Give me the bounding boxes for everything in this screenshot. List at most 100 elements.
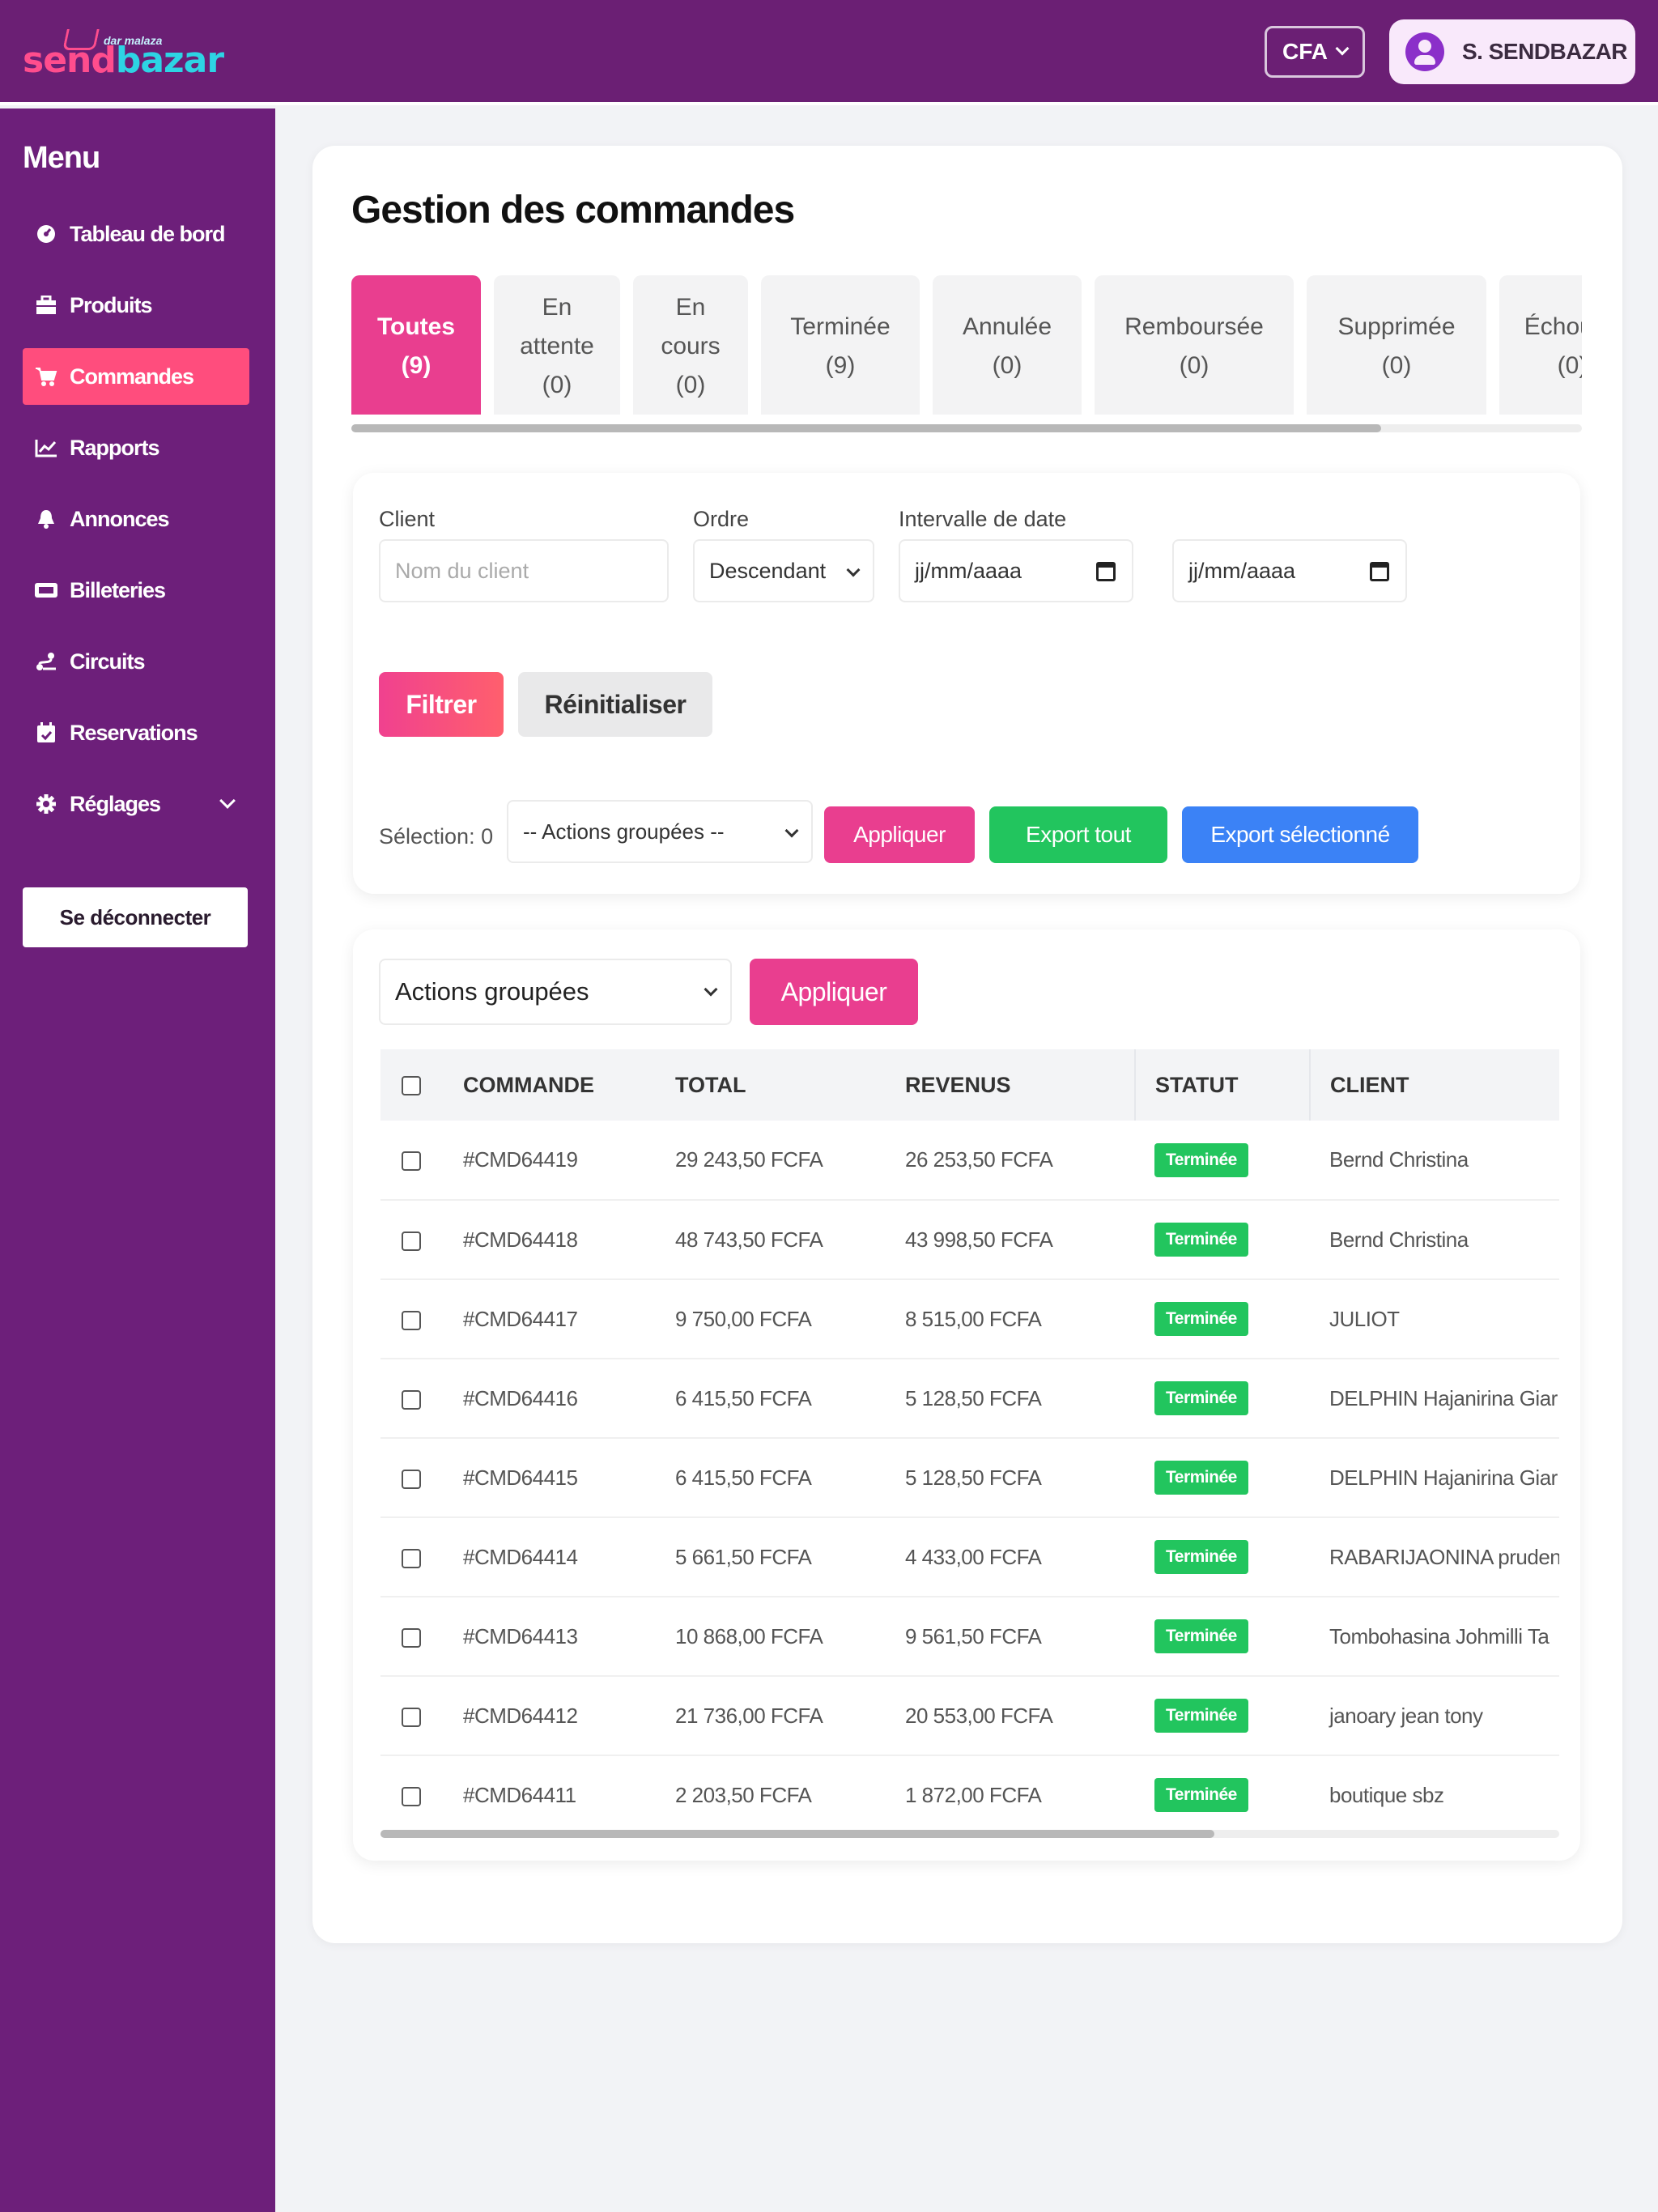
tab-remboursee[interactable]: Remboursée (0) — [1095, 275, 1294, 415]
sidebar-item-circuits[interactable]: Circuits — [23, 633, 249, 690]
chevron-down-icon — [1335, 41, 1350, 56]
sidebar-item-reglages[interactable]: Réglages — [23, 776, 249, 832]
row-checkbox[interactable] — [402, 1389, 421, 1410]
sidebar-item-tableau-de-bord[interactable]: Tableau de bord — [23, 206, 249, 262]
sidebar-item-commandes[interactable]: Commandes — [23, 348, 249, 405]
sidebar-item-label: Annonces — [70, 506, 170, 531]
table-row[interactable]: #CMD64413 10 868,00 FCFA 9 561,50 FCFA T… — [380, 1597, 1559, 1677]
reset-button[interactable]: Réinitialiser — [518, 672, 712, 737]
tab-en-attente[interactable]: En attente (0) — [494, 275, 620, 415]
order-id[interactable]: #CMD64414 — [463, 1517, 675, 1597]
logout-button[interactable]: Se déconnecter — [23, 887, 248, 947]
sidebar-item-reservations[interactable]: Reservations — [23, 704, 249, 761]
table-apply-button[interactable]: Appliquer — [750, 959, 918, 1025]
table-row[interactable]: #CMD64419 29 243,50 FCFA 26 253,50 FCFA … — [380, 1121, 1559, 1201]
export-all-button[interactable]: Export tout — [989, 806, 1167, 863]
table-row[interactable]: #CMD64414 5 661,50 FCFA 4 433,00 FCFA Te… — [380, 1517, 1559, 1597]
order-revenue: 4 433,00 FCFA — [905, 1517, 1135, 1597]
order-id[interactable]: #CMD64418 — [463, 1200, 675, 1280]
logo-wordmark: sendbazar — [23, 40, 224, 81]
select-all-checkbox[interactable] — [402, 1076, 421, 1096]
chevron-down-icon — [784, 823, 799, 838]
column-header-client[interactable]: CLIENT — [1309, 1049, 1559, 1121]
sidebar-item-annonces[interactable]: Annonces — [23, 491, 249, 547]
tab-echouee[interactable]: Échouée(0) — [1499, 275, 1582, 415]
column-header-commande[interactable]: COMMANDE — [463, 1049, 675, 1121]
status-badge: Terminée — [1154, 1540, 1248, 1574]
row-checkbox[interactable] — [402, 1310, 421, 1330]
order-revenue: 43 998,50 FCFA — [905, 1200, 1135, 1280]
date-range-label: Intervalle de date — [899, 507, 1067, 531]
sidebar-item-produits[interactable]: Produits — [23, 277, 249, 334]
filter-panel: Client Nom du client Ordre Descendant In… — [353, 473, 1580, 894]
order-select[interactable]: Descendant — [693, 539, 874, 602]
ticket-icon — [34, 578, 58, 602]
sidebar-item-label: Billeteries — [70, 577, 166, 602]
sidebar-item-label: Circuits — [70, 649, 146, 674]
column-header-total[interactable]: TOTAL — [675, 1049, 905, 1121]
apply-bulk-button[interactable]: Appliquer — [824, 806, 975, 863]
dashboard-icon — [34, 222, 58, 246]
table-bulk-actions-select[interactable]: Actions groupées — [379, 959, 732, 1025]
calendar-icon[interactable] — [1096, 562, 1116, 581]
sendbazar-logo[interactable]: dar malaza sendbazar — [23, 28, 224, 81]
tab-en-cours[interactable]: En cours (0) — [633, 275, 748, 415]
scrollbar-thumb[interactable] — [351, 424, 1381, 432]
order-client: Tombohasina Johmilli Ta — [1310, 1597, 1559, 1677]
row-checkbox[interactable] — [402, 1627, 421, 1648]
order-id[interactable]: #CMD64419 — [463, 1121, 675, 1201]
row-checkbox[interactable] — [402, 1707, 421, 1727]
tab-terminee[interactable]: Terminée (9) — [761, 275, 920, 415]
order-id[interactable]: #CMD64413 — [463, 1597, 675, 1677]
filter-button[interactable]: Filtrer — [379, 672, 504, 737]
table-row[interactable]: #CMD64415 6 415,50 FCFA 5 128,50 FCFA Te… — [380, 1438, 1559, 1518]
sidebar-item-billeteries[interactable]: Billeteries — [23, 562, 249, 619]
date-to-input[interactable]: jj/mm/aaaa — [1172, 539, 1407, 602]
column-header-revenus[interactable]: REVENUS — [905, 1049, 1135, 1121]
order-revenue: 5 128,50 FCFA — [905, 1438, 1135, 1518]
export-selected-button[interactable]: Export sélectionné — [1182, 806, 1418, 863]
scrollbar-thumb[interactable] — [380, 1830, 1214, 1838]
order-total: 10 868,00 FCFA — [675, 1597, 905, 1677]
order-client: JULIOT — [1310, 1279, 1559, 1359]
date-from-input[interactable]: jj/mm/aaaa — [899, 539, 1133, 602]
order-id[interactable]: #CMD64411 — [463, 1755, 675, 1827]
order-id[interactable]: #CMD64417 — [463, 1279, 675, 1359]
tab-supprimee[interactable]: Supprimée (0) — [1307, 275, 1486, 415]
order-total: 6 415,50 FCFA — [675, 1359, 905, 1439]
tab-toutes[interactable]: Toutes (9) — [351, 275, 481, 415]
status-badge: Terminée — [1154, 1223, 1248, 1257]
chevron-down-icon — [704, 982, 718, 997]
sidebar-item-label: Tableau de bord — [70, 221, 226, 246]
order-id[interactable]: #CMD64412 — [463, 1676, 675, 1756]
order-id[interactable]: #CMD64416 — [463, 1359, 675, 1439]
order-id[interactable]: #CMD64415 — [463, 1438, 675, 1518]
table-row[interactable]: #CMD64418 48 743,50 FCFA 43 998,50 FCFA … — [380, 1200, 1559, 1280]
status-tabs: Toutes (9) En attente (0) En cours (0) Termin… — [351, 275, 1582, 415]
table-row[interactable]: #CMD64412 21 736,00 FCFA 20 553,00 FCFA … — [380, 1676, 1559, 1756]
order-client: DELPHIN Hajanirina Giar — [1310, 1359, 1559, 1439]
row-checkbox[interactable] — [402, 1469, 421, 1489]
order-revenue: 5 128,50 FCFA — [905, 1359, 1135, 1439]
tabs-scrollbar[interactable] — [351, 424, 1582, 432]
table-row[interactable]: #CMD64416 6 415,50 FCFA 5 128,50 FCFA Te… — [380, 1359, 1559, 1439]
table-row[interactable]: #CMD64417 9 750,00 FCFA 8 515,00 FCFA Te… — [380, 1279, 1559, 1359]
table-scrollbar[interactable] — [380, 1830, 1559, 1838]
row-checkbox[interactable] — [402, 1151, 421, 1172]
client-search-input[interactable]: Nom du client — [379, 539, 669, 602]
column-header-statut[interactable]: STATUT — [1134, 1049, 1310, 1121]
order-client: Bernd Christina — [1310, 1121, 1559, 1201]
sidebar-item-rapports[interactable]: Rapports — [23, 419, 249, 476]
currency-selector[interactable]: CFA — [1265, 26, 1365, 78]
table-row[interactable]: #CMD64411 2 203,50 FCFA 1 872,00 FCFA Te… — [380, 1755, 1559, 1827]
tab-annulee[interactable]: Annulée (0) — [933, 275, 1082, 415]
bulk-actions-value: -- Actions groupées -- — [523, 819, 725, 844]
calendar-icon[interactable] — [1370, 562, 1389, 581]
bulk-actions-select[interactable]: -- Actions groupées -- — [507, 800, 813, 863]
row-checkbox[interactable] — [402, 1231, 421, 1251]
row-checkbox[interactable] — [402, 1786, 421, 1806]
table-header-row: COMMANDE TOTAL REVENUS STATUT CLIENT — [380, 1049, 1559, 1121]
user-menu[interactable]: S. SENDBAZAR — [1389, 19, 1635, 84]
row-checkbox[interactable] — [402, 1548, 421, 1568]
status-badge: Terminée — [1154, 1461, 1248, 1495]
